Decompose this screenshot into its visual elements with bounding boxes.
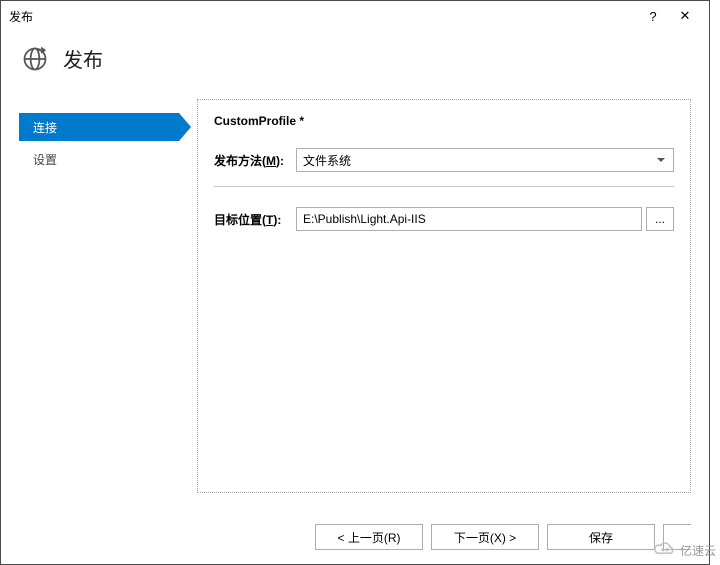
help-button[interactable]: ?: [637, 1, 669, 31]
target-location-input-wrap: ...: [296, 207, 674, 231]
profile-name: CustomProfile *: [214, 114, 674, 128]
sidebar-item-label: 连接: [33, 119, 57, 136]
save-button[interactable]: 保存: [547, 524, 655, 550]
sidebar-item-label: 设置: [33, 151, 57, 168]
publish-method-value: 文件系统: [303, 152, 351, 169]
watermark-text: 亿速云: [680, 542, 716, 559]
target-location-label: 目标位置(T):: [214, 211, 296, 228]
target-location-input[interactable]: [296, 207, 642, 231]
cloud-icon: [654, 540, 676, 561]
close-button[interactable]: ✕: [669, 1, 701, 31]
sidebar-item-connection[interactable]: 连接: [19, 113, 179, 141]
globe-publish-icon: [21, 45, 49, 73]
titlebar: 发布 ? ✕: [1, 1, 709, 31]
header: 发布: [1, 31, 709, 87]
page-title: 发布: [63, 44, 103, 73]
next-button[interactable]: 下一页(X) >: [431, 524, 539, 550]
footer: < 上一页(R) 下一页(X) > 保存: [1, 510, 709, 564]
sidebar-item-settings[interactable]: 设置: [19, 145, 179, 173]
back-button[interactable]: < 上一页(R): [315, 524, 423, 550]
window-title: 发布: [9, 8, 637, 25]
dialog-body: 连接 设置 CustomProfile * 发布方法(M): 文件系统 目标位置…: [1, 87, 709, 510]
publish-method-label: 发布方法(M):: [214, 152, 296, 169]
content-panel: CustomProfile * 发布方法(M): 文件系统 目标位置(T): .…: [197, 99, 691, 493]
target-location-row: 目标位置(T): ...: [214, 207, 674, 231]
browse-button[interactable]: ...: [646, 207, 674, 231]
publish-method-row: 发布方法(M): 文件系统: [214, 148, 674, 172]
publish-dialog: 发布 ? ✕ 发布 连接 设置 CustomProfile *: [0, 0, 710, 565]
watermark: 亿速云: [654, 540, 716, 561]
sidebar: 连接 设置: [19, 99, 179, 510]
publish-method-select[interactable]: 文件系统: [296, 148, 674, 172]
divider: [214, 186, 674, 187]
